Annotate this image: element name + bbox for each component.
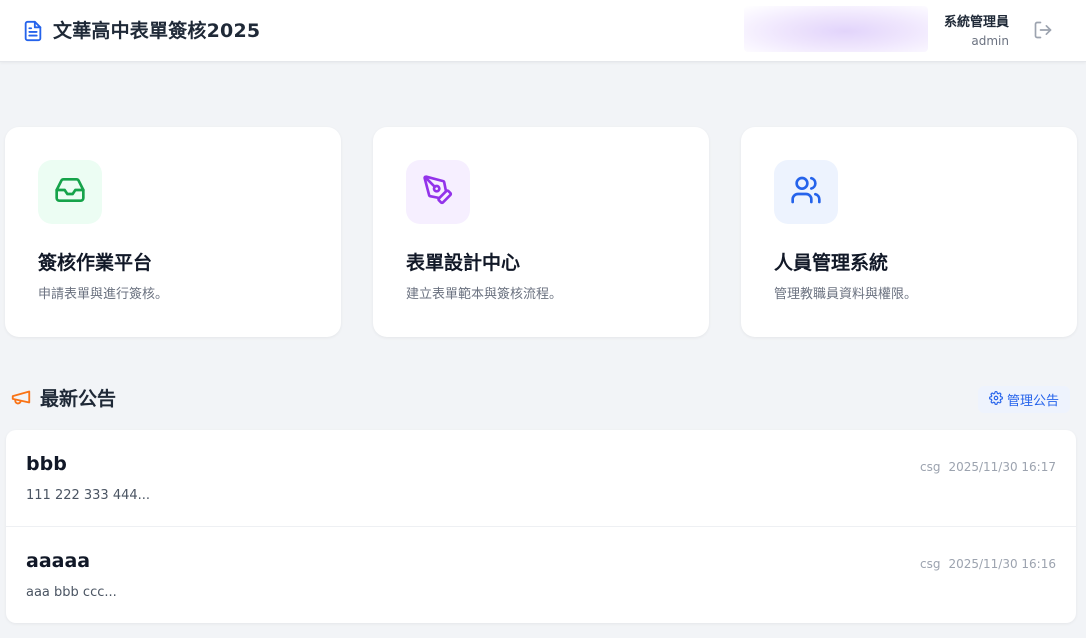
logout-icon (1033, 20, 1053, 44)
users-icon (790, 174, 822, 210)
top-header: 文華高中表單簽核2025 系統管理員 admin (0, 0, 1086, 62)
card-form-designer[interactable]: 表單設計中心 建立表單範本與簽核流程。 (373, 127, 709, 337)
app-title: 文華高中表單簽核2025 (53, 20, 261, 42)
brand[interactable]: 文華高中表單簽核2025 (22, 19, 260, 43)
card-title: 簽核作業平台 (38, 252, 153, 274)
announcements-list: bbb 111 222 333 444... csg 2025/11/30 16:… (6, 430, 1076, 623)
card-description: 管理教職員資料與權限。 (774, 287, 918, 302)
user-role: 系統管理員 (943, 15, 1009, 30)
card-approval-platform[interactable]: 簽核作業平台 申請表單與進行簽核。 (5, 127, 341, 337)
document-icon (22, 19, 44, 43)
user-username: admin (971, 34, 1009, 48)
announcement-excerpt: aaa bbb ccc... (26, 585, 117, 600)
announcements-title: 最新公告 (40, 388, 117, 410)
announcement-time: 2025/11/30 16:16 (948, 557, 1056, 571)
card-description: 建立表單範本與簽核流程。 (406, 287, 563, 302)
inbox-icon (54, 174, 86, 210)
card-title: 人員管理系統 (774, 252, 889, 274)
card-icon-box (774, 160, 838, 224)
megaphone-icon (10, 386, 32, 412)
announcement-title: aaaaa (26, 550, 91, 572)
gear-icon (989, 390, 1003, 409)
blurred-region (744, 6, 928, 52)
list-item[interactable]: bbb 111 222 333 444... csg 2025/11/30 16:… (6, 430, 1076, 526)
user-info: 系統管理員 admin (944, 14, 1009, 50)
announcement-excerpt: 111 222 333 444... (26, 488, 151, 503)
announcements-header: 最新公告 (10, 386, 116, 412)
card-personnel-management[interactable]: 人員管理系統 管理教職員資料與權限。 (741, 127, 1077, 337)
card-description: 申請表單與進行簽核。 (38, 287, 169, 302)
announcement-author: csg (919, 460, 941, 474)
announcement-meta: csg 2025/11/30 16:16 (920, 556, 1056, 572)
card-icon-box (406, 160, 470, 224)
announcement-title: bbb (26, 453, 67, 475)
manage-announcements-button[interactable]: 管理公告 (978, 386, 1070, 413)
card-icon-box (38, 160, 102, 224)
logout-button[interactable] (1032, 21, 1054, 43)
announcement-time: 2025/11/30 16:17 (948, 460, 1056, 474)
list-item[interactable]: aaaaa aaa bbb ccc... csg 2025/11/30 16:16 (6, 526, 1076, 622)
manage-announcements-label: 管理公告 (1006, 394, 1059, 409)
announcement-author: csg (919, 557, 941, 571)
card-title: 表單設計中心 (406, 252, 521, 274)
announcement-meta: csg 2025/11/30 16:17 (920, 459, 1056, 475)
pen-tool-icon (422, 174, 454, 210)
